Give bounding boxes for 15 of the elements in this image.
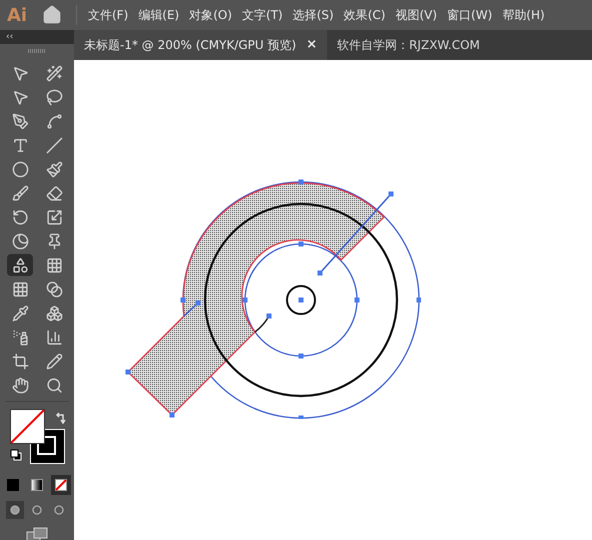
tab-title: 软件自学网：RJZXW.COM xyxy=(337,37,480,54)
menu-item[interactable]: 选择(S) xyxy=(288,6,339,24)
app-logo: Ai xyxy=(6,4,28,28)
close-button[interactable]: × xyxy=(306,35,318,55)
collapse-button[interactable]: ‹‹ xyxy=(0,30,74,44)
menu-item[interactable]: 帮助(H) xyxy=(497,6,550,24)
menu-item[interactable]: 编辑(E) xyxy=(133,6,184,24)
menu-item[interactable]: 效果(C) xyxy=(338,6,390,24)
menu-item[interactable]: 窗口(W) xyxy=(442,6,498,24)
menu-item[interactable]: 视图(V) xyxy=(390,6,442,24)
document-tab[interactable]: 未标题-1* @ 200% (CMYK/GPU 预览) × xyxy=(74,30,328,60)
tab-title: 未标题-1* @ 200% (CMYK/GPU 预览) xyxy=(84,37,296,54)
menu-item[interactable]: 文件(F) xyxy=(83,6,134,24)
menu-item[interactable]: 文字(T) xyxy=(237,6,288,24)
menu-item[interactable]: 对象(O) xyxy=(184,6,238,24)
